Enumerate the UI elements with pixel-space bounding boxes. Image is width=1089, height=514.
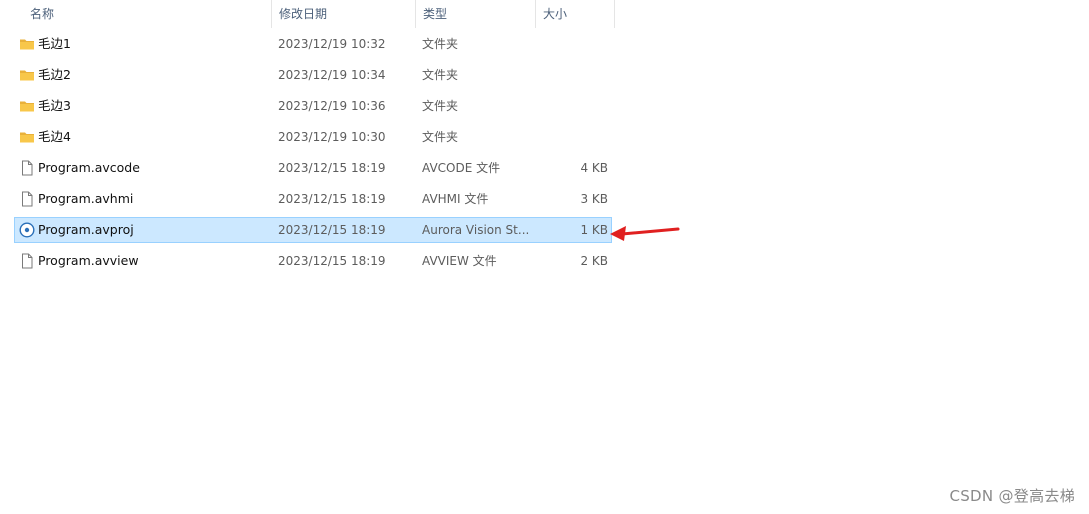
file-size	[535, 32, 608, 56]
red-arrow-icon	[610, 226, 680, 241]
file-type: AVVIEW 文件	[422, 254, 497, 268]
file-size	[535, 125, 608, 149]
column-header-type[interactable]: 类型	[415, 0, 535, 28]
file-row[interactable]: 毛边4 2023/12/19 10:30 文件夹	[14, 124, 612, 150]
file-size: 2 KB	[580, 254, 608, 268]
file-type: 文件夹	[422, 130, 459, 144]
file-type: AVHMI 文件	[422, 192, 489, 206]
file-name: 毛边3	[38, 98, 71, 113]
file-size: 4 KB	[580, 161, 608, 175]
file-date: 2023/12/15 18:19	[278, 161, 386, 175]
file-row[interactable]: 毛边1 2023/12/19 10:32 文件夹	[14, 31, 612, 57]
file-size	[535, 63, 608, 87]
file-icon	[19, 160, 35, 176]
file-name: 毛边4	[38, 129, 71, 144]
file-row[interactable]: 毛边3 2023/12/19 10:36 文件夹	[14, 93, 612, 119]
file-size	[535, 94, 608, 118]
column-header-size[interactable]: 大小	[535, 0, 615, 28]
file-name: Program.avview	[38, 253, 139, 268]
file-date: 2023/12/19 10:36	[278, 99, 386, 113]
file-row[interactable]: Program.avhmi 2023/12/15 18:19 AVHMI 文件 3 K…	[14, 186, 612, 212]
file-name: Program.avcode	[38, 160, 140, 175]
file-type: AVCODE 文件	[422, 161, 501, 175]
file-type: 文件夹	[422, 68, 459, 82]
file-type: Aurora Vision St...	[422, 223, 530, 237]
file-row[interactable]: 毛边2 2023/12/19 10:34 文件夹	[14, 62, 612, 88]
file-date: 2023/12/19 10:34	[278, 68, 386, 82]
column-header-date[interactable]: 修改日期	[271, 0, 415, 28]
file-row[interactable]: Program.avview 2023/12/15 18:19 AVVIEW 文件 2…	[14, 248, 612, 274]
file-type: 文件夹	[422, 37, 459, 51]
file-date: 2023/12/15 18:19	[278, 223, 386, 237]
file-date: 2023/12/15 18:19	[278, 254, 386, 268]
file-size: 3 KB	[580, 192, 608, 206]
file-icon	[19, 191, 35, 207]
file-row[interactable]: Program.avproj 2023/12/15 18:19 Aurora Vis…	[14, 217, 612, 243]
file-name: Program.avhmi	[38, 191, 134, 206]
file-size: 1 KB	[580, 223, 608, 237]
file-explorer: 名称 ^ 修改日期 类型 大小 毛边1 2023/12/19 10:32 文件夹 毛边…	[0, 0, 1089, 514]
file-date: 2023/12/15 18:19	[278, 192, 386, 206]
file-date: 2023/12/19 10:30	[278, 130, 386, 144]
folder-icon	[19, 129, 35, 145]
folder-icon	[19, 36, 35, 52]
file-row[interactable]: Program.avcode 2023/12/15 18:19 AVCODE 文件 4…	[14, 155, 612, 181]
file-date: 2023/12/19 10:32	[278, 37, 386, 51]
file-name: 毛边2	[38, 67, 71, 82]
folder-icon	[19, 98, 35, 114]
file-type: 文件夹	[422, 99, 459, 113]
sort-ascending-icon: ^	[143, 0, 151, 6]
aurora-project-icon	[19, 222, 35, 238]
watermark: CSDN @登高去梯	[949, 487, 1075, 505]
folder-icon	[19, 67, 35, 83]
file-icon	[19, 253, 35, 269]
column-header: 名称 ^ 修改日期 类型 大小	[0, 0, 616, 28]
file-name: 毛边1	[38, 36, 71, 51]
file-name: Program.avproj	[38, 222, 134, 237]
